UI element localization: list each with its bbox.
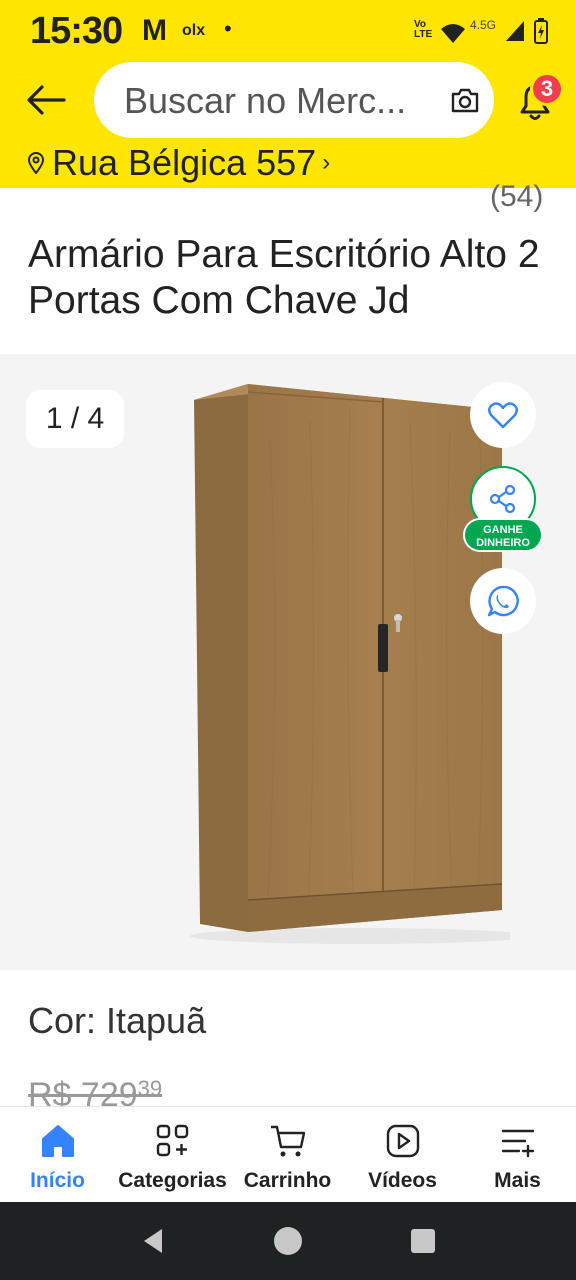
original-price: R$ 72939 [28, 1076, 162, 1106]
system-recents-icon[interactable] [406, 1224, 440, 1258]
nav-cart-label: Carrinho [243, 1169, 332, 1192]
earn-money-badge[interactable]: GANHE DINHEIRO [463, 518, 543, 552]
nav-categories[interactable]: Categorias [115, 1107, 230, 1203]
chevron-right-icon: › [322, 149, 331, 176]
share-icon [489, 484, 516, 514]
nav-videos[interactable]: Vídeos [345, 1107, 460, 1203]
nav-more-label: Mais [494, 1169, 541, 1192]
cart-icon [270, 1125, 305, 1157]
nav-home-label: Início [30, 1169, 85, 1192]
categories-icon [156, 1124, 188, 1157]
color-variant[interactable]: Cor: Itapuã [28, 1000, 206, 1042]
status-bar: 15:30 M olx • Vo LTE 4.5G [0, 0, 576, 62]
original-price-cents: 39 [137, 1076, 163, 1101]
status-time: 15:30 [30, 10, 123, 52]
gallery-counter: 1 / 4 [26, 390, 124, 448]
review-count[interactable]: (54) [490, 180, 543, 214]
network-type: 4.5G [470, 18, 497, 32]
more-icon [501, 1129, 534, 1158]
heart-icon [488, 402, 518, 429]
system-back-icon[interactable] [136, 1224, 170, 1258]
system-navigation-bar [0, 1202, 576, 1280]
address-text: Rua Bélgica 557 [52, 142, 317, 183]
product-image[interactable] [190, 380, 510, 946]
nav-categories-label: Categorias [118, 1169, 227, 1192]
more-notifications-dot: • [224, 16, 232, 41]
battery-icon [534, 18, 548, 44]
notification-badge: 3 [530, 72, 564, 106]
header: 15:30 M olx • Vo LTE 4.5G Buscar no Merc… [0, 0, 576, 188]
home-icon [41, 1125, 74, 1157]
arrow-left-icon [27, 85, 66, 115]
mercado-notification-icon: M [142, 14, 167, 47]
camera-icon[interactable] [450, 86, 480, 114]
nav-cart[interactable]: Carrinho [230, 1107, 345, 1203]
whatsapp-icon [487, 585, 519, 617]
nav-more[interactable]: Mais [460, 1107, 575, 1203]
product-gallery[interactable]: 1 / 4 GANHE DINHEIRO [0, 354, 576, 970]
signal-icon [506, 21, 524, 41]
olx-notification-icon: olx [182, 22, 206, 39]
bottom-navigation: Início Categorias Carrinho Vídeos Mais [0, 1106, 576, 1202]
original-price-value: R$ 729 [28, 1076, 138, 1106]
back-button[interactable] [22, 76, 70, 124]
whatsapp-share-button[interactable] [470, 568, 536, 634]
product-title: Armário Para Escritório Alto 2 Portas Co… [28, 233, 540, 322]
nav-videos-label: Vídeos [368, 1169, 437, 1192]
delivery-address[interactable]: Rua Bélgica 557 › [28, 142, 330, 184]
search-bar[interactable]: Buscar no Merc... [94, 62, 494, 138]
wifi-icon [441, 24, 465, 43]
nav-home[interactable]: Início [0, 1107, 115, 1203]
videos-icon [386, 1124, 419, 1158]
system-home-icon[interactable] [271, 1224, 305, 1258]
volte-indicator: Vo LTE [414, 19, 433, 40]
location-pin-icon [28, 152, 44, 174]
favorite-button[interactable] [470, 382, 536, 448]
search-placeholder: Buscar no Merc... [124, 80, 407, 121]
